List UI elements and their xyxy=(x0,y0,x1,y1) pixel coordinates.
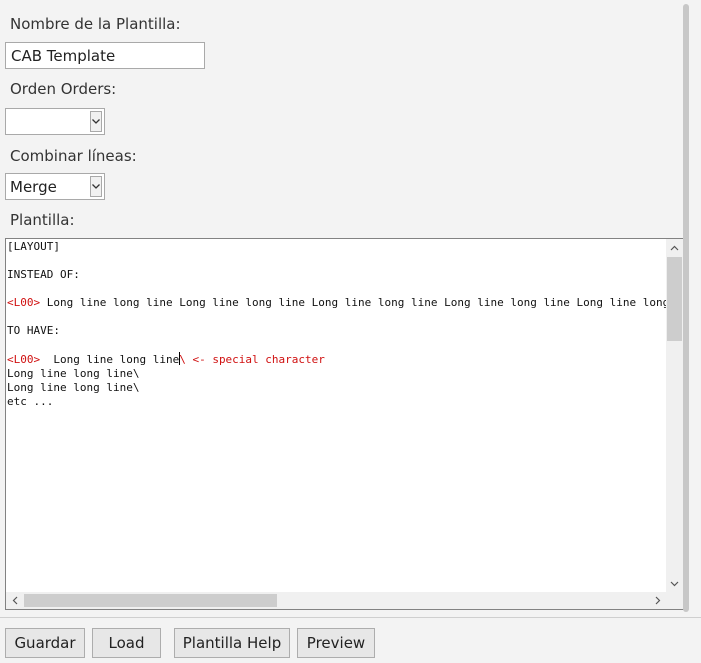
line-text: Long line long line xyxy=(40,353,180,366)
template-editor[interactable]: [LAYOUT] INSTEAD OF: <L00> Long line lon… xyxy=(5,238,684,610)
vertical-scrollbar-thumb[interactable] xyxy=(667,257,682,341)
line-tag: <L00> xyxy=(7,353,41,366)
editor-line: INSTEAD OF: xyxy=(7,268,80,281)
preview-button[interactable]: Preview xyxy=(297,628,375,658)
editor-horizontal-scrollbar[interactable] xyxy=(6,592,666,609)
chevron-down-icon[interactable] xyxy=(90,176,102,197)
combine-lines-label: Combinar líneas: xyxy=(10,147,137,165)
chevron-up-icon[interactable] xyxy=(666,239,683,256)
line-annotation: \ <- special character xyxy=(179,353,325,366)
editor-line: Long line long line\ xyxy=(7,381,140,394)
editor-vertical-scrollbar[interactable] xyxy=(666,239,683,592)
combine-lines-select[interactable]: Merge xyxy=(5,173,105,200)
combine-lines-select-value: Merge xyxy=(10,178,57,196)
template-help-button[interactable]: Plantilla Help xyxy=(174,628,290,658)
editor-line: [LAYOUT] xyxy=(7,240,60,253)
line-text: Long line long line Long line long line … xyxy=(46,296,666,309)
page-scrollbar[interactable] xyxy=(683,4,689,612)
chevron-left-icon[interactable] xyxy=(6,592,23,609)
line-tag: <L00> xyxy=(7,296,41,309)
footer-divider xyxy=(0,617,701,618)
template-name-input[interactable] xyxy=(5,42,205,69)
horizontal-scrollbar-thumb[interactable] xyxy=(24,594,277,607)
editor-line: <L00> Long line long line Long line long… xyxy=(7,296,666,310)
template-name-label: Nombre de la Plantilla: xyxy=(10,15,181,33)
orders-label: Orden Orders: xyxy=(10,80,117,98)
chevron-down-icon[interactable] xyxy=(666,575,683,592)
chevron-right-icon[interactable] xyxy=(649,592,666,609)
editor-line: Long line long line\ xyxy=(7,367,140,380)
editor-line: etc ... xyxy=(7,395,54,408)
template-editor-text[interactable]: [LAYOUT] INSTEAD OF: <L00> Long line lon… xyxy=(6,239,666,592)
scrollbar-corner xyxy=(666,592,683,609)
load-button[interactable]: Load xyxy=(92,628,161,658)
editor-line: TO HAVE: xyxy=(7,324,60,337)
chevron-down-icon[interactable] xyxy=(90,111,102,132)
template-label: Plantilla: xyxy=(10,211,75,229)
editor-line: <L00> Long line long line\ <- special ch… xyxy=(7,352,666,367)
orders-select[interactable] xyxy=(5,108,105,135)
save-button[interactable]: Guardar xyxy=(5,628,85,658)
